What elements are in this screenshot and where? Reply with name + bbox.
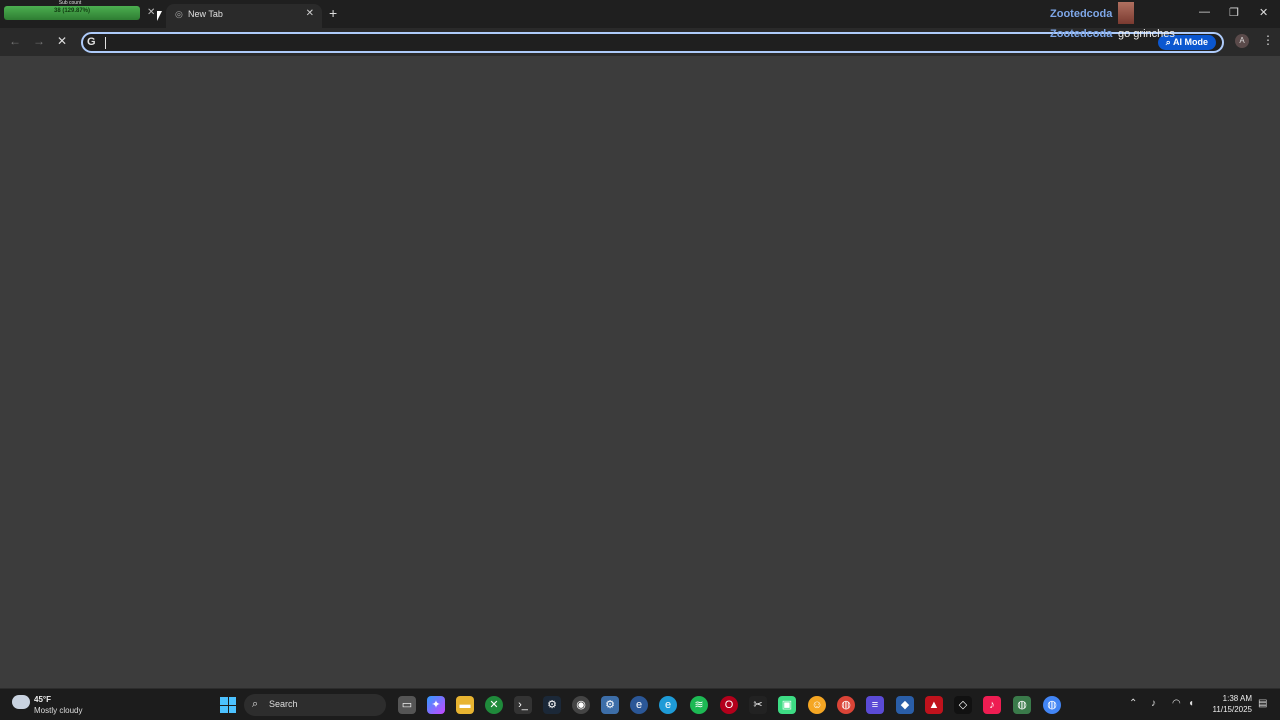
close-window-button[interactable]: ✕ [1259,6,1268,19]
chrome-alt-icon[interactable]: ◍ [1013,696,1031,714]
ai-mode-label: AI Mode [1173,37,1208,47]
vscode-icon[interactable]: ◆ [896,696,914,714]
maximize-button[interactable]: ❐ [1229,6,1239,19]
kebab-menu-icon[interactable]: ⋮ [1262,33,1274,47]
search-icon: ⌕ [252,698,259,710]
opera-icon[interactable]: O [720,696,738,714]
xbox-icon[interactable]: ✕ [485,696,503,714]
terminal-icon[interactable]: ›_ [514,696,532,714]
new-tab-icon: ◎ [175,9,183,19]
profile-avatar[interactable]: A [1235,34,1249,48]
weather-temp[interactable]: 45°F [34,695,51,704]
wifi-icon[interactable]: ◠ [1172,698,1181,709]
android-icon[interactable]: ▣ [778,696,796,714]
text-caret [105,37,106,49]
back-icon[interactable]: ← [9,34,21,48]
taskbar-search[interactable]: ⌕ Search [244,694,386,716]
taskbar: 45°F Mostly cloudy ⌕ Search ▭ ✦ ▬ ✕ ›_ ⚙… [0,688,1280,720]
minimize-button[interactable]: — [1199,6,1210,18]
edge-dev-icon[interactable]: e [659,696,677,714]
tiktok-icon[interactable]: ♪ [983,696,1001,714]
file-explorer-icon[interactable]: ▬ [456,696,474,714]
notification-icon[interactable]: ▤ [1258,698,1267,709]
settings-icon[interactable]: ⚙ [601,696,619,714]
mouse-cursor-icon [157,11,162,21]
overlay-chat-username: Zootedcoda [1050,28,1113,40]
obs-icon[interactable]: ◉ [572,696,590,714]
search-label: Search [269,699,298,709]
apex-icon[interactable]: ▲ [925,696,943,714]
chrome-icon[interactable]: ◍ [837,696,855,714]
volume-icon[interactable]: ◖ [1188,698,1194,709]
sub-count-progress-text: 38 (129.87%) [53,8,91,14]
tab-new-tab[interactable]: ◎ New Tab ✕ [166,4,322,28]
new-tab-button[interactable]: + [329,5,337,21]
weather-icon[interactable] [12,695,30,709]
discord-icon[interactable]: ☺ [808,696,826,714]
steam-icon[interactable]: ⚙ [543,696,561,714]
browser-toolbar: ← → ✕ G ⌕ AI Mode Zootedcoda go grinches… [0,28,1280,56]
edge-icon[interactable]: e [630,696,648,714]
stop-icon[interactable]: ✕ [57,34,67,48]
tab-close-button[interactable]: ✕ [147,7,155,18]
tray-chevron-up-icon[interactable]: ⌃ [1129,698,1137,709]
weather-condition[interactable]: Mostly cloudy [34,706,82,715]
overlay-chat-message: go grinches [1118,28,1175,40]
chrome-active-icon[interactable]: ◍ [1043,696,1061,714]
microphone-icon[interactable]: ♪ [1151,698,1156,709]
windows-start-icon[interactable] [220,697,236,713]
tab-strip: Sub count 38 (129.87%) ✕ ◎ New Tab ✕ + Z… [0,0,1280,28]
task-view-icon[interactable]: ▭ [398,696,416,714]
clock-date[interactable]: 11/15/2025 [1206,705,1252,714]
unity-icon[interactable]: ◇ [954,696,972,714]
spotify-icon[interactable]: ≋ [690,696,708,714]
tab-title: New Tab [188,9,223,19]
google-icon: G [87,36,96,48]
clock-time[interactable]: 1:38 AM [1210,694,1252,703]
page-content [0,56,1280,688]
notes-icon[interactable]: ≡ [866,696,884,714]
overlay-avatar [1118,2,1134,24]
tab-close-button[interactable]: ✕ [306,8,314,19]
tab-sub-count[interactable]: 38 (129.87%) [4,6,140,20]
overlay-username: Zootedcoda [1050,8,1113,20]
forward-icon[interactable]: → [33,34,45,48]
copilot-icon[interactable]: ✦ [427,696,445,714]
capcut-icon[interactable]: ✂ [749,696,767,714]
